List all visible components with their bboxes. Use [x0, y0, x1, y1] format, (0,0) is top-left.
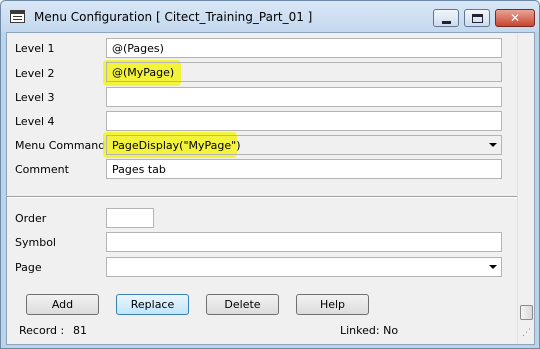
app-icon [10, 10, 25, 23]
vertical-scrollbar[interactable] [517, 33, 534, 344]
maximize-button[interactable] [464, 9, 490, 27]
level2-value: @(MyPage) [112, 66, 175, 79]
close-icon: ✕ [509, 11, 521, 25]
chevron-down-icon [489, 265, 497, 269]
replace-button[interactable]: Replace [116, 294, 189, 315]
menu-command-label: Menu Command [15, 139, 106, 152]
level3-input[interactable] [106, 87, 502, 107]
menu-command-select[interactable]: PageDisplay("MyPage") [106, 135, 502, 155]
linked-status: Linked: No [340, 324, 399, 337]
minimize-button[interactable] [433, 9, 459, 27]
window-title: Menu Configuration [ Citect_Training_Par… [34, 10, 313, 24]
maximize-icon [472, 14, 483, 23]
comment-input[interactable]: Pages tab [106, 159, 502, 179]
order-label: Order [15, 212, 47, 225]
page-label: Page [15, 261, 42, 274]
minimize-icon [442, 21, 451, 24]
chevron-down-icon [489, 143, 497, 147]
comment-value: Pages tab [112, 163, 166, 176]
record-label: Record : [19, 324, 65, 337]
symbol-label: Symbol [15, 236, 56, 249]
divider-highlight [7, 197, 517, 198]
level1-label: Level 1 [15, 42, 55, 55]
delete-button[interactable]: Delete [206, 294, 279, 315]
level1-input[interactable]: @(Pages) [106, 38, 502, 58]
level1-value: @(Pages) [112, 42, 164, 55]
menu-configuration-window: Menu Configuration [ Citect_Training_Par… [0, 0, 540, 349]
scrollbar-thumb[interactable] [520, 305, 533, 320]
close-button[interactable]: ✕ [495, 9, 535, 27]
symbol-input[interactable] [106, 232, 502, 252]
level4-label: Level 4 [15, 115, 55, 128]
record-number: 81 [73, 324, 87, 337]
level4-input[interactable] [106, 111, 502, 131]
resize-grip-icon[interactable]: ⋰ [522, 328, 534, 340]
title-bar[interactable]: Menu Configuration [ Citect_Training_Par… [1, 1, 539, 32]
level2-label: Level 2 [15, 67, 55, 80]
page-select[interactable] [106, 257, 502, 277]
order-input[interactable] [106, 208, 154, 228]
help-button[interactable]: Help [296, 294, 369, 315]
comment-label: Comment [15, 163, 69, 176]
level2-input[interactable]: @(MyPage) [106, 62, 502, 82]
form-area: Level 1 @(Pages) Level 2 @(MyPage) Level… [6, 32, 535, 345]
menu-command-value: PageDisplay("MyPage") [112, 139, 241, 152]
level3-label: Level 3 [15, 91, 55, 104]
add-button[interactable]: Add [26, 294, 99, 315]
